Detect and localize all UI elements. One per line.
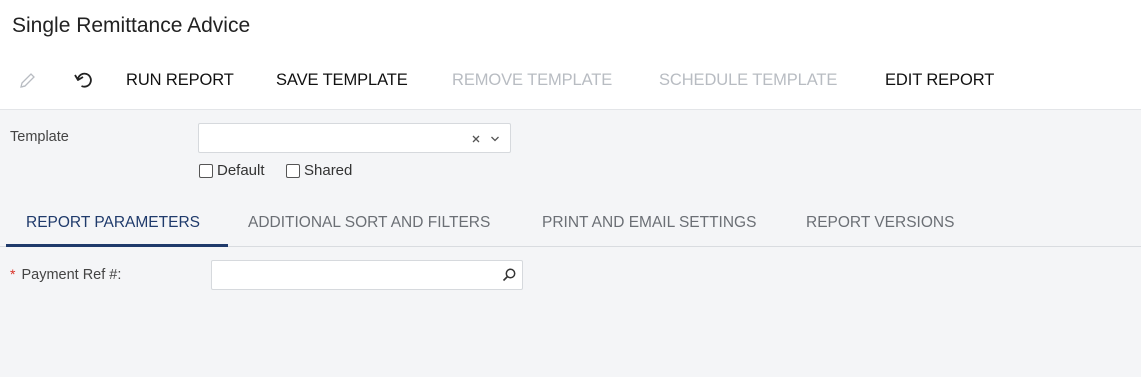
schedule-template-button[interactable]: SCHEDULE TEMPLATE (659, 71, 837, 90)
page-title: Single Remittance Advice (12, 14, 251, 37)
remove-template-button[interactable]: REMOVE TEMPLATE (452, 71, 612, 90)
shared-checkbox-label: Shared (304, 162, 353, 179)
toolbar: RUN REPORT SAVE TEMPLATE REMOVE TEMPLATE… (0, 64, 1141, 96)
chevron-down-icon[interactable] (489, 132, 501, 144)
clear-icon[interactable] (470, 132, 482, 144)
payment-ref-label-wrap: * Payment Ref #: (10, 266, 121, 283)
active-tab-indicator (6, 244, 228, 247)
search-icon[interactable] (501, 267, 517, 283)
required-marker: * (10, 266, 16, 282)
payment-ref-input[interactable] (211, 260, 523, 290)
default-checkbox-label: Default (217, 162, 265, 179)
pencil-icon[interactable] (16, 68, 38, 92)
template-select[interactable] (198, 123, 511, 153)
save-template-button[interactable]: SAVE TEMPLATE (276, 71, 408, 90)
tab-bar: REPORT PARAMETERS ADDITIONAL SORT AND FI… (0, 199, 1141, 247)
payment-ref-label: Payment Ref #: (21, 267, 122, 283)
default-checkbox-wrap[interactable]: Default (199, 162, 265, 179)
shared-checkbox[interactable] (286, 163, 300, 178)
tab-report-versions[interactable]: REPORT VERSIONS (806, 214, 954, 232)
default-checkbox[interactable] (199, 163, 213, 178)
tab-print-and-email-settings[interactable]: PRINT AND EMAIL SETTINGS (542, 214, 756, 232)
tab-additional-sort-and-filters[interactable]: ADDITIONAL SORT AND FILTERS (248, 214, 490, 232)
tab-report-parameters[interactable]: REPORT PARAMETERS (26, 214, 200, 232)
shared-checkbox-wrap[interactable]: Shared (286, 162, 352, 179)
undo-icon[interactable] (72, 68, 94, 92)
run-report-button[interactable]: RUN REPORT (126, 71, 234, 90)
edit-report-button[interactable]: EDIT REPORT (885, 71, 994, 90)
header-area: Single Remittance Advice RUN REPORT SAVE… (0, 0, 1141, 110)
template-label: Template (10, 129, 69, 145)
